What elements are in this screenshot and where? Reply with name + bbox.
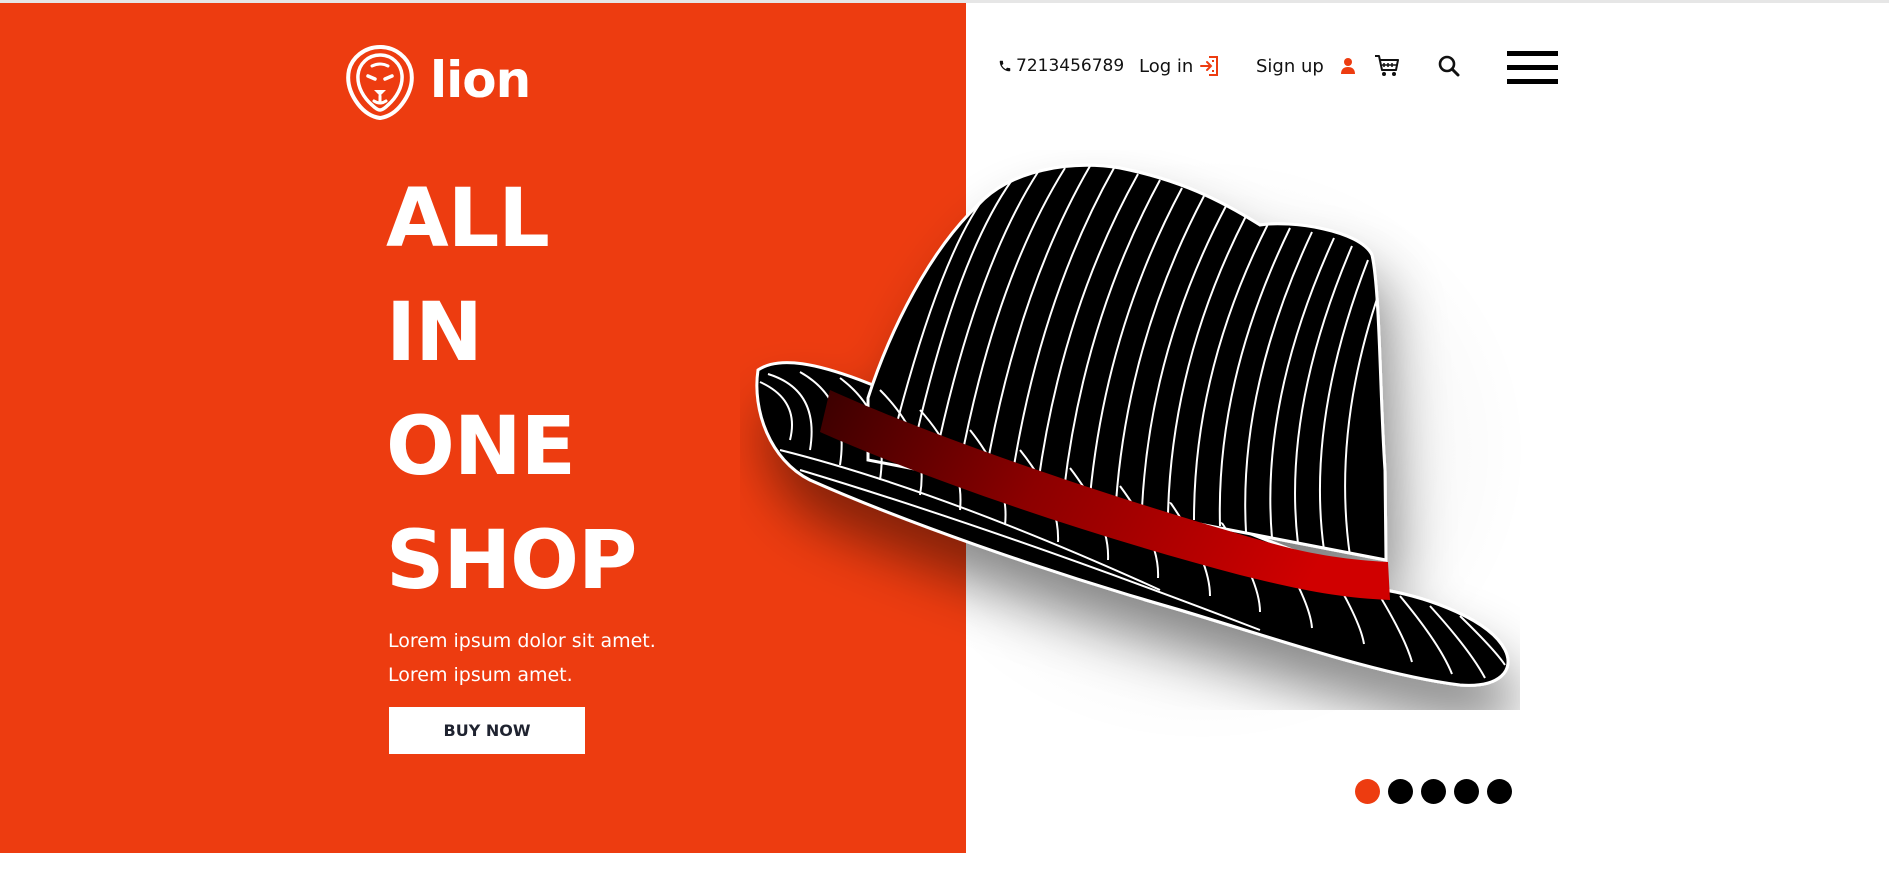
search-button[interactable] bbox=[1438, 50, 1460, 82]
search-icon bbox=[1438, 55, 1460, 77]
headline-line: IN bbox=[386, 286, 483, 380]
slider-dot-5[interactable] bbox=[1487, 779, 1512, 804]
brand-name: lion bbox=[430, 51, 531, 109]
headline-line: SHOP bbox=[386, 514, 637, 608]
headline-line: ONE bbox=[386, 400, 576, 494]
login-label: Log in bbox=[1139, 55, 1194, 77]
hamburger-bar bbox=[1507, 65, 1558, 70]
tagline-line: Lorem ipsum dolor sit amet. bbox=[388, 630, 656, 652]
slider-dot-1[interactable] bbox=[1355, 779, 1380, 804]
headline-line: ALL bbox=[386, 172, 550, 266]
cart-icon bbox=[1375, 55, 1399, 76]
signup-link[interactable]: Sign up bbox=[1256, 50, 1357, 82]
tagline-line: Lorem ipsum amet. bbox=[388, 664, 573, 686]
hero-tagline: Lorem ipsum dolor sit amet. Lorem ipsum … bbox=[388, 624, 656, 692]
slider-dots bbox=[1355, 779, 1512, 804]
hamburger-bar bbox=[1507, 79, 1558, 84]
brand-logo[interactable]: lion bbox=[344, 44, 531, 120]
login-icon bbox=[1200, 56, 1219, 76]
signup-label: Sign up bbox=[1256, 55, 1324, 77]
slider-dot-3[interactable] bbox=[1421, 779, 1446, 804]
hamburger-bar bbox=[1507, 51, 1558, 56]
user-icon bbox=[1340, 58, 1355, 74]
hero-headline: ALL IN ONE SHOP bbox=[386, 162, 637, 618]
buy-now-button[interactable]: BUY NOW bbox=[389, 707, 585, 754]
landing-page: lion ALL IN ONE SHOP Lorem ipsum dolor s… bbox=[0, 0, 1889, 872]
login-link[interactable]: Log in bbox=[1139, 50, 1220, 82]
cart-button[interactable] bbox=[1374, 50, 1400, 82]
hamburger-menu-icon[interactable] bbox=[1507, 51, 1558, 85]
phone-number: 7213456789 bbox=[1016, 56, 1125, 76]
phone-link[interactable]: 7213456789 bbox=[998, 50, 1124, 82]
phone-icon bbox=[999, 60, 1011, 72]
fedora-hat-image bbox=[755, 163, 1510, 687]
slider-dot-2[interactable] bbox=[1388, 779, 1413, 804]
bottom-strip bbox=[0, 853, 1889, 872]
slider-dot-4[interactable] bbox=[1454, 779, 1479, 804]
lion-head-icon bbox=[346, 44, 414, 120]
